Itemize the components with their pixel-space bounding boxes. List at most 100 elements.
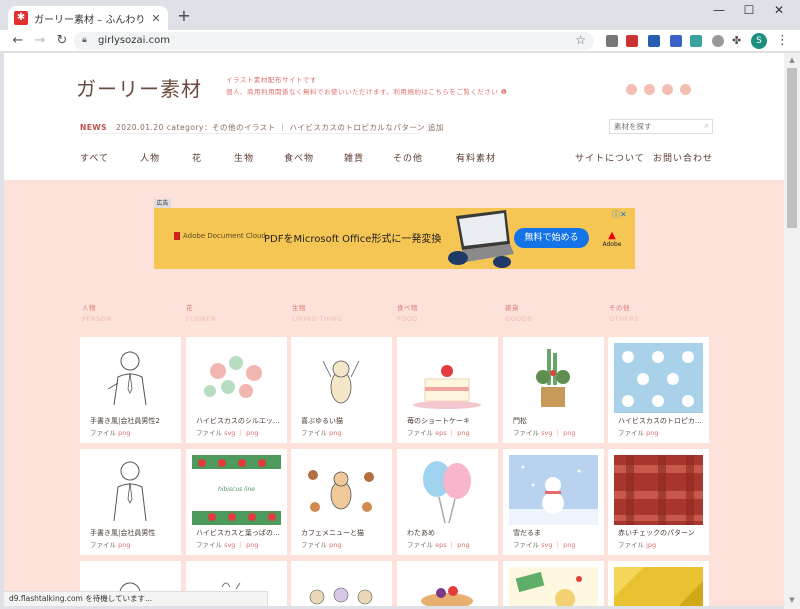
card-partial[interactable] <box>291 561 392 606</box>
tagline-line-2[interactable]: 個人、商用利用関係なく無料でお使いいただけます。利用規約はこちらをご覧ください … <box>226 86 507 98</box>
category-others[interactable]: その他 OTHERS <box>609 303 639 325</box>
file-label: ファイル <box>407 429 433 437</box>
file-ext-link[interactable]: png <box>118 541 130 549</box>
back-arrow-icon[interactable]: ← <box>10 33 26 49</box>
file-ext-link[interactable]: png <box>646 429 658 437</box>
ad-cta-button[interactable]: 無料で始める <box>514 228 589 248</box>
nav-contact[interactable]: お問い合わせ <box>653 151 713 164</box>
file-ext-link[interactable]: png <box>329 429 341 437</box>
card-cafe-menu-cat[interactable]: カフェメニューと猫 ファイル png <box>291 449 392 555</box>
file-label: ファイル <box>618 429 644 437</box>
card-cotton-candy[interactable]: わたあめ ファイル eps ｜ png <box>397 449 498 555</box>
file-label: ファイル <box>618 541 644 549</box>
nav-flower[interactable]: 花 <box>192 151 202 164</box>
nav-living[interactable]: 生物 <box>234 151 254 164</box>
maximize-button[interactable]: ☐ <box>734 3 764 19</box>
category-en: GOODS <box>505 315 532 323</box>
nav-all[interactable]: すべて <box>80 151 109 164</box>
card-strawberry-shortcake[interactable]: 苺のショートケーキ ファイル eps ｜ png <box>397 337 498 443</box>
category-goods[interactable]: 雑貨 GOODS <box>505 303 532 325</box>
scroll-thumb[interactable] <box>787 68 797 228</box>
file-ext-link[interactable]: jpg <box>646 541 656 549</box>
divider <box>80 133 420 134</box>
bookmark-star-icon[interactable]: ☆ <box>575 33 586 47</box>
browser-tab[interactable]: ✱ ガーリー素材 – ふんわり可愛い無料イ ✕ <box>8 6 168 30</box>
facebook-icon[interactable] <box>644 84 655 95</box>
scroll-up-icon[interactable]: ▲ <box>787 55 797 65</box>
card-kadomatsu[interactable]: 門松 ファイル svg ｜ png <box>503 337 604 443</box>
puzzle-icon[interactable]: ✤ <box>732 35 744 47</box>
card-happy-cat[interactable]: 喜ぶゆるい猫 ファイル png <box>291 337 392 443</box>
nav-others[interactable]: その他 <box>393 151 423 164</box>
close-tab-icon[interactable]: ✕ <box>150 12 162 25</box>
category-food[interactable]: 食べ物 FOOD <box>397 303 418 325</box>
social-icon[interactable] <box>626 84 637 95</box>
nav-goods[interactable]: 雑貨 <box>344 151 364 164</box>
nav-paid[interactable]: 有料素材 <box>456 151 496 164</box>
file-ext-link[interactable]: svg ｜ png <box>224 429 258 437</box>
card-title: ハイビスカスのシルエッ… <box>196 417 280 425</box>
search-icon[interactable]: ⌕ <box>705 121 709 131</box>
file-ext-link[interactable]: svg ｜ png <box>224 541 258 549</box>
news-label: NEWS <box>80 123 108 132</box>
google-plus-icon[interactable] <box>680 84 691 95</box>
close-window-button[interactable]: ✕ <box>764 3 794 19</box>
gold-pattern-illustration <box>614 567 703 606</box>
extension-icon[interactable] <box>606 35 618 47</box>
category-en: OTHERS <box>609 315 639 323</box>
file-ext-link[interactable]: eps ｜ png <box>435 429 470 437</box>
profile-avatar[interactable]: S <box>751 33 767 49</box>
menu-dots-icon[interactable]: ⋮ <box>776 33 789 48</box>
ad-banner[interactable]: Adobe Document Cloud PDFをMicrosoft Offic… <box>154 208 635 269</box>
ad-info-icon[interactable]: ⓘ✕ <box>612 209 627 220</box>
card-red-check-pattern[interactable]: 赤いチェックのパターン ファイル jpg <box>608 449 709 555</box>
category-jp: 花 <box>186 304 193 312</box>
extension-icon[interactable] <box>690 35 702 47</box>
site-logo[interactable]: ガーリー素材 <box>76 73 202 102</box>
card-partial[interactable] <box>608 561 709 606</box>
file-ext-link[interactable]: png <box>329 541 341 549</box>
category-jp: 雑貨 <box>505 304 519 312</box>
card-partial[interactable] <box>503 561 604 606</box>
new-tab-button[interactable]: + <box>176 8 192 24</box>
businessman-illustration <box>113 461 147 522</box>
category-flower[interactable]: 花 FLOWER <box>186 303 216 325</box>
nav-food[interactable]: 食べ物 <box>284 151 314 164</box>
card-file: ファイル jpg <box>618 539 656 549</box>
nav-person[interactable]: 人物 <box>140 151 160 164</box>
file-label: ファイル <box>196 541 222 549</box>
card-hibiscus-tropical[interactable]: ハイビスカスのトロピカ… ファイル png <box>608 337 709 443</box>
card-snowman[interactable]: 雪だるま ファイル svg ｜ png <box>503 449 604 555</box>
search-input[interactable] <box>614 122 694 131</box>
file-ext-link[interactable]: eps ｜ png <box>435 541 470 549</box>
file-ext-link[interactable]: png <box>118 429 130 437</box>
card-partial[interactable] <box>397 561 498 606</box>
extension-icon[interactable] <box>712 35 724 47</box>
minimize-button[interactable]: — <box>704 3 734 19</box>
scroll-down-icon[interactable]: ▼ <box>787 595 797 605</box>
card-businessman-2[interactable]: 手書き風|会社員男性2 ファイル png <box>80 337 181 443</box>
card-hibiscus-leaves[interactable]: hibiscus line ハイビスカスと葉っぱの… ファイル svg ｜ pn… <box>186 449 287 555</box>
search-box[interactable]: ⌕ <box>609 119 713 134</box>
instagram-icon[interactable] <box>662 84 673 95</box>
category-person[interactable]: 人物 PERSON <box>82 303 112 325</box>
vertical-scrollbar[interactable]: ▲ ▼ <box>784 53 800 609</box>
lock-icon: 🔒︎ <box>82 35 87 45</box>
reload-icon[interactable]: ↻ <box>54 33 70 49</box>
extension-icon[interactable] <box>648 35 660 47</box>
file-ext-link[interactable]: svg ｜ png <box>541 429 575 437</box>
file-ext-link[interactable]: svg ｜ png <box>541 541 575 549</box>
forward-arrow-icon[interactable]: → <box>32 33 48 49</box>
pdf-extension-icon[interactable] <box>626 35 638 47</box>
card-hibiscus-silhouette[interactable]: ハイビスカスのシルエッ… ファイル svg ｜ png <box>186 337 287 443</box>
address-bar[interactable]: 🔒︎ girlysozai.com ☆ <box>74 32 594 50</box>
hibiscus-line-text: hibiscus line <box>217 486 256 493</box>
news-text[interactable]: 2020.01.20 category：その他のイラスト ｜ ハイビスカスのトロ… <box>116 123 444 132</box>
extension-icon[interactable] <box>670 35 682 47</box>
ad-brand: Adobe Document Cloud <box>174 232 266 240</box>
category-living[interactable]: 生物 LIVING THING <box>292 303 343 325</box>
card-title: わたあめ <box>407 529 435 537</box>
card-businessman[interactable]: 手書き風|会社員男性 ファイル png <box>80 449 181 555</box>
nav-about[interactable]: サイトについて <box>575 151 645 164</box>
card-title: 手書き風|会社員男性 <box>90 529 156 537</box>
